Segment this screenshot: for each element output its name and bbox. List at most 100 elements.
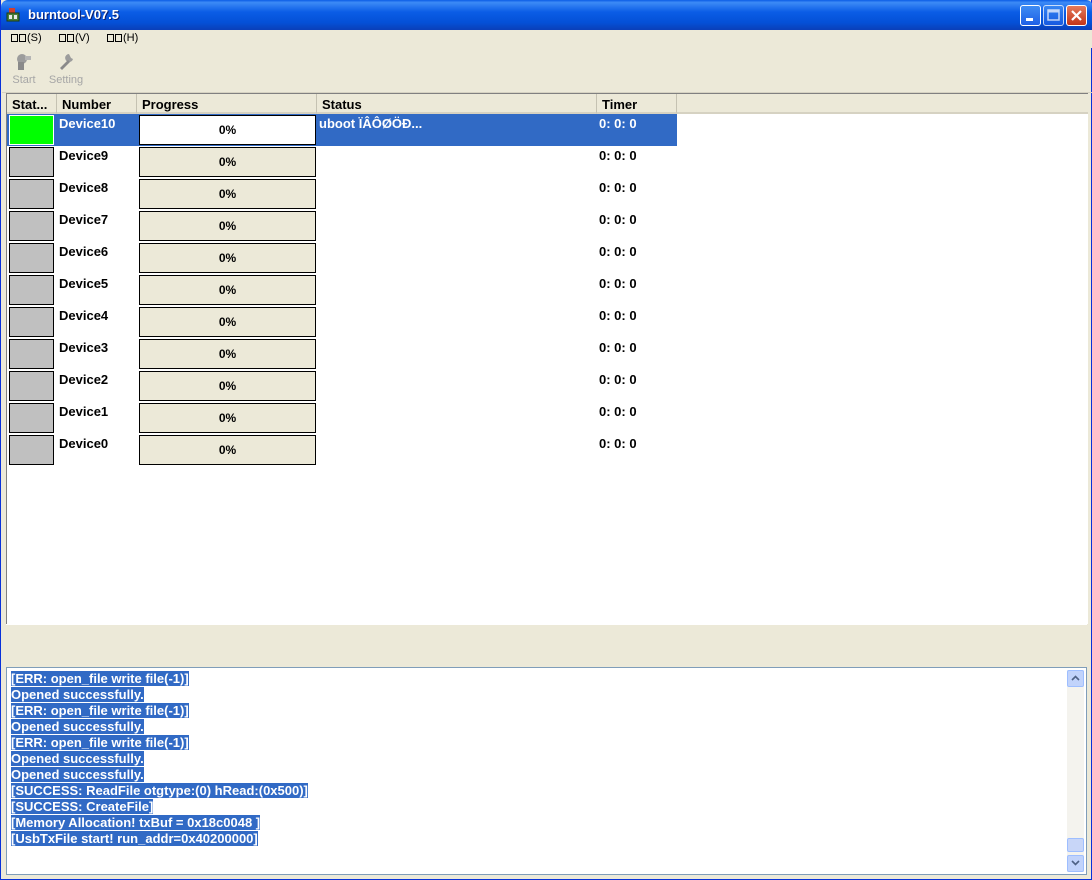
device-state-indicator: [9, 211, 54, 241]
device-progress-bar: 0%: [139, 403, 316, 433]
device-timer: 0: 0: 0: [599, 404, 637, 419]
device-status: uboot ÏÂÔØÖÐ...: [319, 116, 423, 131]
title-bar[interactable]: burntool-V07.5: [1, 0, 1092, 30]
column-header-timer[interactable]: Timer: [597, 94, 677, 114]
device-number: Device6: [59, 244, 109, 259]
device-number: Device5: [59, 276, 109, 291]
close-button[interactable]: [1066, 5, 1087, 26]
chevron-up-icon: [1071, 675, 1080, 681]
column-header-progress[interactable]: Progress: [137, 94, 317, 114]
device-timer: 0: 0: 0: [599, 436, 637, 451]
device-number: Device7: [59, 212, 109, 227]
device-timer: 0: 0: 0: [599, 372, 637, 387]
minimize-button[interactable]: [1020, 5, 1041, 26]
device-row[interactable]: Device2 0% 0: 0: 0: [7, 370, 677, 402]
device-number: Device10: [59, 116, 116, 131]
column-header-state[interactable]: Stat...: [7, 94, 57, 114]
log-line: [ERR: open_file write file(-1)]: [11, 735, 189, 750]
device-state-indicator: [9, 115, 54, 145]
log-line: Opened successfully.: [11, 767, 144, 782]
device-timer: 0: 0: 0: [599, 116, 637, 131]
menu-system[interactable]: (S): [11, 32, 42, 44]
device-progress-bar: 0%: [139, 339, 316, 369]
window-title: burntool-V07.5: [28, 7, 120, 22]
start-label: Start: [12, 74, 36, 86]
start-button[interactable]: Start: [10, 52, 38, 86]
menu-help[interactable]: (H): [107, 32, 138, 44]
log-line: [ERR: open_file write file(-1)]: [11, 671, 189, 686]
scroll-up-button[interactable]: [1067, 670, 1084, 687]
device-progress-bar: 0%: [139, 147, 316, 177]
device-row[interactable]: Device10 0% uboot ÏÂÔØÖÐ... 0: 0: 0: [7, 114, 677, 146]
device-progress-bar: 0%: [139, 307, 316, 337]
device-state-indicator: [9, 243, 54, 273]
device-progress-bar: 0%: [139, 211, 316, 241]
burntool-app-icon: [6, 8, 20, 22]
device-progress-bar: 0%: [139, 435, 316, 465]
log-line: [SUCCESS: ReadFile otgtype:(0) hRead:(0x…: [11, 783, 308, 798]
device-row[interactable]: Device6 0% 0: 0: 0: [7, 242, 677, 274]
device-number: Device4: [59, 308, 109, 323]
scroll-thumb[interactable]: [1067, 838, 1084, 852]
device-timer: 0: 0: 0: [599, 308, 637, 323]
column-header-filler: [677, 94, 1088, 114]
device-state-indicator: [9, 435, 54, 465]
device-timer: 0: 0: 0: [599, 340, 637, 355]
device-state-indicator: [9, 371, 54, 401]
device-state-indicator: [9, 179, 54, 209]
device-row[interactable]: Device0 0% 0: 0: 0: [7, 434, 677, 466]
log-line: Opened successfully.: [11, 719, 144, 734]
device-row[interactable]: Device7 0% 0: 0: 0: [7, 210, 677, 242]
device-number: Device8: [59, 180, 109, 195]
log-line: Opened successfully.: [11, 751, 144, 766]
toolbar: Start Setting: [2, 50, 1092, 93]
device-number: Device3: [59, 340, 109, 355]
menu-view[interactable]: (V): [59, 32, 90, 44]
scroll-down-button[interactable]: [1067, 855, 1084, 872]
device-progress-bar: 0%: [139, 115, 316, 145]
device-progress-bar: 0%: [139, 371, 316, 401]
device-timer: 0: 0: 0: [599, 148, 637, 163]
device-state-indicator: [9, 275, 54, 305]
minimize-icon: [1026, 18, 1033, 21]
device-state-indicator: [9, 403, 54, 433]
device-row[interactable]: Device9 0% 0: 0: 0: [7, 146, 677, 178]
main-window: burntool-V07.5 (S) (V) (H) Start Setting: [0, 0, 1092, 880]
device-number: Device9: [59, 148, 109, 163]
device-row[interactable]: Device3 0% 0: 0: 0: [7, 338, 677, 370]
device-timer: 0: 0: 0: [599, 180, 637, 195]
column-header-status[interactable]: Status: [317, 94, 597, 114]
device-progress-bar: 0%: [139, 179, 316, 209]
log-line: [SUCCESS: CreateFile]: [11, 799, 154, 814]
status-panel: [6, 624, 1087, 668]
log-output[interactable]: [ERR: open_file write file(-1)] Opened s…: [6, 667, 1087, 875]
maximize-icon: [1047, 9, 1060, 21]
wrench-icon: [60, 54, 73, 70]
device-progress-bar: 0%: [139, 275, 316, 305]
log-line: [Memory Allocation! txBuf = 0x18c0048 ]: [11, 815, 261, 830]
device-row[interactable]: Device4 0% 0: 0: 0: [7, 306, 677, 338]
setting-button[interactable]: Setting: [46, 52, 86, 86]
device-number: Device1: [59, 404, 109, 419]
log-line: Opened successfully.: [11, 687, 144, 702]
device-row[interactable]: Device5 0% 0: 0: 0: [7, 274, 677, 306]
device-state-indicator: [9, 339, 54, 369]
log-scrollbar[interactable]: [1067, 670, 1084, 872]
chevron-down-icon: [1071, 860, 1080, 866]
log-lines: [ERR: open_file write file(-1)] Opened s…: [11, 671, 308, 847]
device-row[interactable]: Device8 0% 0: 0: 0: [7, 178, 677, 210]
close-icon: [1071, 10, 1082, 21]
maximize-button[interactable]: [1043, 5, 1064, 26]
column-header-number[interactable]: Number: [57, 94, 137, 114]
device-number: Device0: [59, 436, 109, 451]
device-timer: 0: 0: 0: [599, 212, 637, 227]
device-list[interactable]: Stat... Number Progress Status Timer Dev…: [6, 93, 1088, 624]
start-icon: [17, 54, 31, 70]
log-line: [UsbTxFile start! run_addr=0x40200000]: [11, 831, 258, 846]
device-timer: 0: 0: 0: [599, 276, 637, 291]
device-progress-bar: 0%: [139, 243, 316, 273]
device-row[interactable]: Device1 0% 0: 0: 0: [7, 402, 677, 434]
device-state-indicator: [9, 147, 54, 177]
menu-bar: (S) (V) (H): [2, 30, 1092, 48]
device-timer: 0: 0: 0: [599, 244, 637, 259]
